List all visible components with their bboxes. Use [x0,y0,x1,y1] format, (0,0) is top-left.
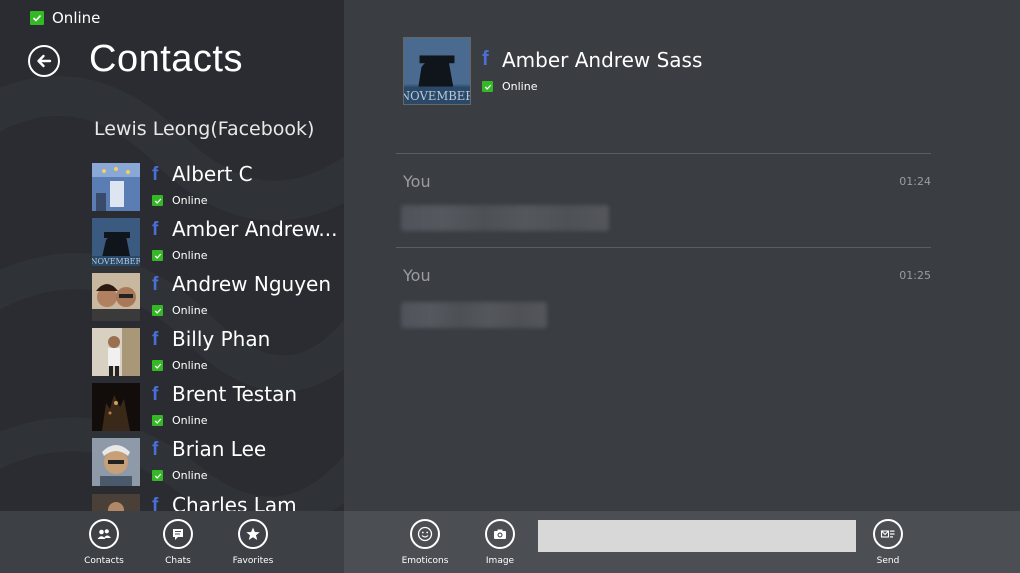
facebook-icon: f [152,384,159,405]
checkmark-icon [152,195,163,206]
contact-status-label: Online [172,469,208,482]
message-input[interactable] [538,520,856,552]
contact-item[interactable]: f Billy Phan Online [92,327,342,378]
page-title: Contacts [89,38,243,80]
contacts-pane: Online Contacts Lewis Leong(Facebook) f … [0,0,344,511]
contact-status: Online [152,414,207,427]
contact-item[interactable]: f Andrew Nguyen Online [92,272,342,323]
chats-button[interactable]: Chats [138,519,218,566]
contact-name: Billy Phan [172,327,271,351]
contact-item[interactable]: f Brent Testan Online [92,382,342,433]
send-button[interactable]: Send [848,519,928,566]
chat-contact-name: Amber Andrew Sass [502,48,703,72]
contact-name: Brian Lee [172,437,267,461]
checkmark-icon [152,470,163,481]
account-label: Lewis Leong(Facebook) [94,118,315,140]
star-icon [238,519,268,549]
contact-status: Online [152,194,207,207]
send-button-label: Send [876,556,900,566]
contact-name: Albert C [172,162,253,186]
facebook-icon: f [482,48,489,70]
contact-item[interactable]: f Charles Lam [92,493,342,511]
facebook-icon: f [152,439,159,460]
favorites-button-label: Favorites [232,556,274,566]
facebook-icon: f [152,219,159,240]
avatar [92,494,140,511]
message-body-blurred [401,302,547,328]
contacts-button[interactable]: Contacts [64,519,144,566]
presence-status[interactable]: Online [30,9,100,27]
svg-text:NOVEMBER: NOVEMBER [404,89,470,103]
contact-status: Online [152,469,207,482]
message-body-blurred [401,205,609,231]
contact-status-label: Online [172,194,208,207]
smiley-icon [410,519,440,549]
chats-button-label: Chats [165,556,191,566]
avatar [92,163,140,211]
app-bar: Contacts Chats Favorites Emoticons Image… [0,511,1020,573]
avatar: NOVEMBER [92,218,140,266]
checkmark-icon [482,81,493,92]
contact-status-label: Online [172,249,208,262]
contact-item[interactable]: NOVEMBER f Amber Andrew... Online [92,217,342,268]
avatar [92,273,140,321]
facebook-icon: f [152,164,159,185]
contact-status: Online [152,304,207,317]
contact-status: Online [152,249,207,262]
emoticons-button-label: Emoticons [401,556,449,566]
contacts-button-label: Contacts [84,556,124,566]
image-button-label: Image [485,556,515,566]
chat-contact-status: Online [482,80,537,93]
contact-status-label: Online [172,304,208,317]
contact-status-label: Online [172,414,208,427]
chat-contact-status-label: Online [502,80,538,93]
presence-label: Online [52,9,101,27]
checkmark-icon [152,415,163,426]
message-time: 01:25 [899,269,931,282]
contact-item[interactable]: f Brian Lee Online [92,437,342,488]
checkmark-icon [152,250,163,261]
avatar [92,383,140,431]
svg-text:NOVEMBER: NOVEMBER [92,257,140,266]
message-time: 01:24 [899,175,931,188]
message-sender: You [403,172,431,191]
image-button[interactable]: Image [460,519,540,566]
facebook-icon: f [152,495,159,511]
contact-status: Online [152,359,207,372]
contacts-icon [89,519,119,549]
checkmark-icon [30,11,44,25]
checkmark-icon [152,305,163,316]
contact-name: Andrew Nguyen [172,272,332,296]
divider [396,247,931,248]
contact-name: Amber Andrew... [172,217,338,241]
message-sender: You [403,266,431,285]
facebook-icon: f [152,274,159,295]
chats-icon [163,519,193,549]
contact-name: Charles Lam [172,493,297,511]
emoticons-button[interactable]: Emoticons [385,519,465,566]
facebook-icon: f [152,329,159,350]
camera-icon [485,519,515,549]
divider [396,153,931,154]
send-icon [873,519,903,549]
avatar [92,328,140,376]
back-button[interactable] [28,45,60,77]
contact-item[interactable]: f Albert C Online [92,162,342,213]
arrow-left-icon [37,54,52,68]
checkmark-icon [152,360,163,371]
contact-status-label: Online [172,359,208,372]
chat-contact-avatar: NOVEMBER [403,37,471,105]
avatar [92,438,140,486]
favorites-button[interactable]: Favorites [213,519,293,566]
contact-name: Brent Testan [172,382,297,406]
